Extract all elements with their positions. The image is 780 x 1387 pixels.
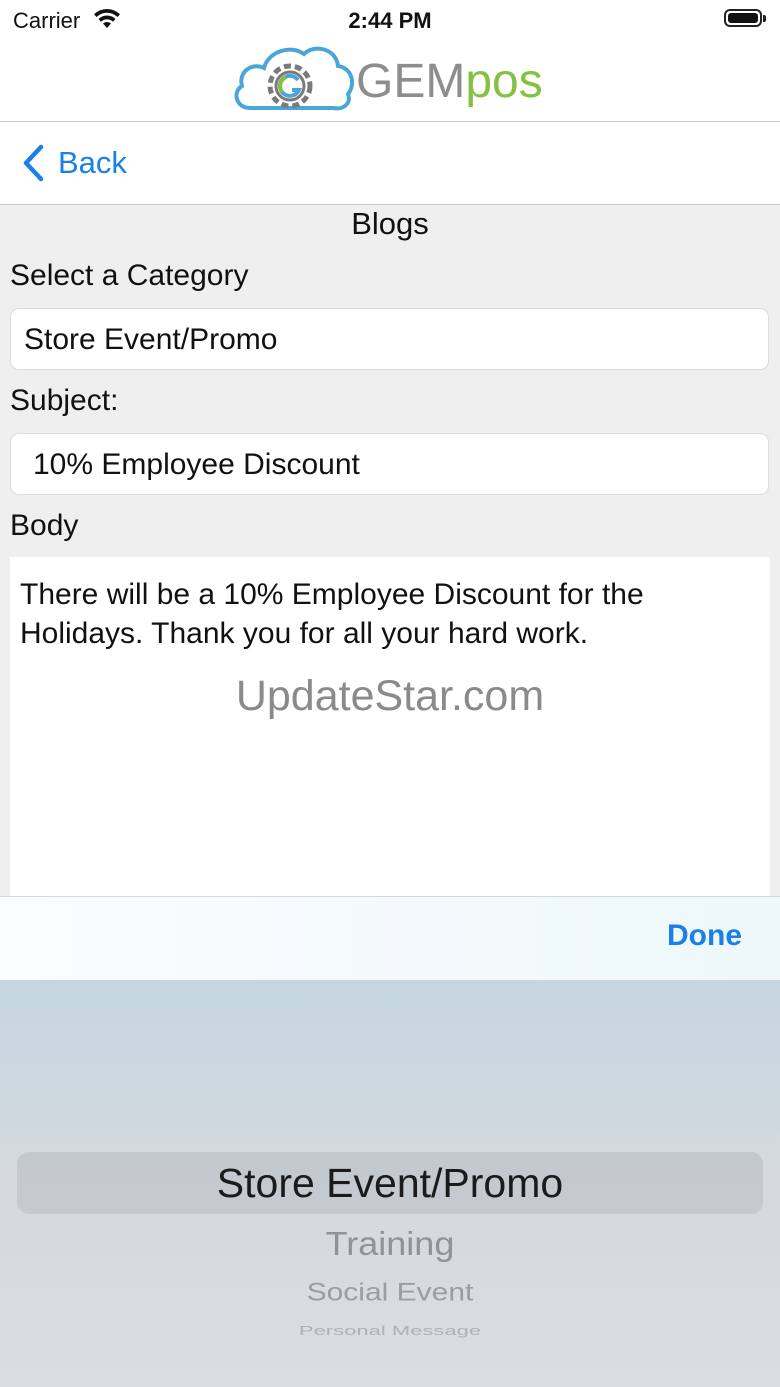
category-label: Select a Category [10, 259, 249, 292]
brand-logo: GEMpos [230, 40, 560, 120]
navigation-bar: Back [0, 122, 780, 205]
brand-name: GEMpos [356, 54, 543, 109]
subject-label: Subject: [10, 384, 119, 417]
body-textarea[interactable]: There will be a 10% Employee Discount fo… [10, 557, 770, 897]
back-button[interactable]: Back [22, 140, 127, 186]
category-picker[interactable]: Store Event/Promo Training Social Event … [0, 980, 780, 1387]
picker-option-store-event-promo[interactable]: Store Event/Promo [0, 1160, 780, 1207]
done-button[interactable]: Done [667, 919, 742, 953]
status-time: 2:44 PM [348, 8, 432, 33]
cloud-gear-icon [234, 46, 355, 111]
picker-option-training[interactable]: Training [0, 1225, 780, 1264]
subject-field[interactable]: 10% Employee Discount [10, 433, 769, 495]
picker-option-social-event[interactable]: Social Event [0, 1279, 780, 1307]
brand-name-gem: GEM [356, 55, 466, 108]
logo-header: GEMpos [0, 40, 780, 122]
chevron-left-icon [23, 144, 44, 182]
body-label: Body [10, 509, 79, 542]
brand-name-pos: pos [465, 55, 543, 108]
picker-toolbar: Done [0, 896, 780, 981]
battery-icon [724, 9, 766, 27]
watermark-text: UpdateStar.com [235, 672, 545, 720]
status-bar: Carrier 2:44 PM [0, 0, 780, 40]
picker-option-personal-message[interactable]: Personal Message [0, 1323, 780, 1339]
back-button-label: Back [58, 145, 127, 180]
category-field[interactable]: Store Event/Promo [10, 308, 769, 370]
page-title: Blogs [351, 206, 429, 241]
